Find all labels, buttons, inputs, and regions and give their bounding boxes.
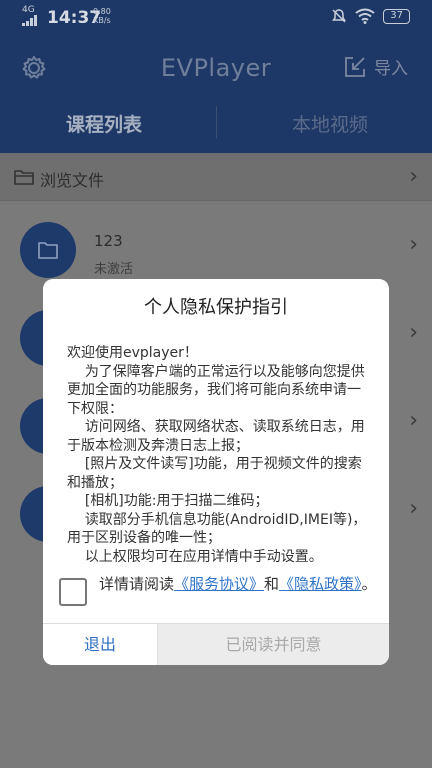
dialog-footer: 退出 已阅读并同意 [43, 623, 389, 665]
battery-indicator: 37 [383, 8, 410, 24]
agree-checkbox[interactable] [59, 578, 87, 606]
chevron-right-icon: › [409, 320, 418, 345]
course-avatar [20, 222, 76, 278]
chevron-right-icon: › [409, 232, 418, 257]
network-speed: 0.80 KB/s [93, 7, 111, 25]
signal-icon [22, 15, 37, 26]
course-name: 123 [94, 232, 123, 250]
service-agreement-link[interactable]: 《服务协议》 [174, 575, 264, 593]
tab-local-video[interactable]: 本地视频 [292, 110, 368, 137]
tab-divider [216, 106, 217, 138]
browse-files-row[interactable]: 浏览文件 › [0, 153, 432, 201]
browse-files-label: 浏览文件 [40, 171, 105, 190]
privacy-dialog: 个人隐私保护指引 欢迎使用evplayer！ 为了保障客户端的正常运行以及能够向… [43, 279, 389, 665]
import-icon [345, 56, 365, 77]
exit-button[interactable]: 退出 [43, 624, 157, 665]
import-button[interactable]: 导入 [344, 54, 408, 79]
tab-course-list[interactable]: 课程列表 [66, 110, 142, 137]
wifi-icon [355, 8, 375, 24]
privacy-policy-link[interactable]: 《隐私政策》 [279, 575, 362, 593]
chevron-right-icon: › [409, 496, 418, 521]
folder-icon [14, 170, 34, 185]
mute-bell-icon [332, 9, 347, 23]
list-item[interactable]: 123 未激活 › [0, 202, 432, 290]
tab-bar: 课程列表 本地视频 [0, 100, 432, 145]
chevron-right-icon: › [409, 408, 418, 433]
title-bar: EVPlayer 导入 [0, 48, 432, 88]
status-bar: 4G 14:37 0.80 KB/s 37 [0, 0, 432, 34]
agree-text: 详情请阅读《服务协议》和《隐私政策》。 [99, 575, 377, 593]
import-label: 导入 [374, 59, 408, 79]
app-header: 4G 14:37 0.80 KB/s 37 EVPlayer 导入 课程列表 本… [0, 0, 432, 153]
dialog-body: 欢迎使用evplayer！ 为了保障客户端的正常运行以及能够向您提供更加全面的功… [67, 345, 367, 565]
dialog-title: 个人隐私保护指引 [144, 297, 288, 318]
chevron-right-icon: › [409, 164, 418, 189]
agree-button[interactable]: 已阅读并同意 [157, 624, 389, 665]
course-status: 未激活 [94, 262, 134, 277]
signal-indicator: 4G [22, 6, 38, 29]
folder-icon [38, 242, 58, 259]
